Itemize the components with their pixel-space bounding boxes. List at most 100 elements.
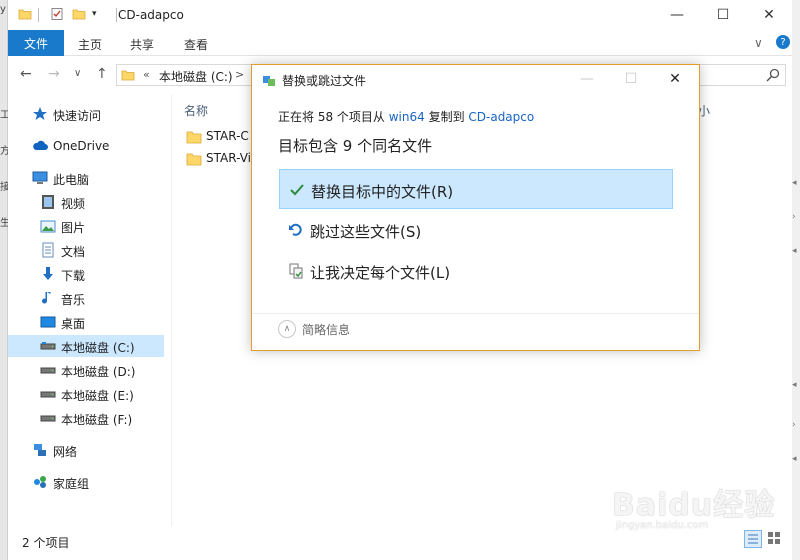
dialog-minimize-button[interactable]: — xyxy=(565,65,609,93)
minimize-button[interactable]: — xyxy=(654,0,700,30)
music-icon xyxy=(42,292,51,304)
clipped-text: y xyxy=(0,4,6,15)
tab-file[interactable]: 文件 xyxy=(8,30,64,56)
sidebar-item-label: 本地磁盘 (D:) xyxy=(61,365,136,379)
up-arrow-icon[interactable]: ↑ xyxy=(96,66,108,82)
sidebar-item-drive-c[interactable]: 本地磁盘 (C:) xyxy=(8,335,164,357)
option-label: 跳过这些文件(S) xyxy=(310,223,422,241)
breadcrumb-overflow-icon[interactable]: « xyxy=(143,68,150,81)
sidebar-item-music[interactable]: 音乐 xyxy=(8,287,164,309)
tab-share[interactable]: 共享 xyxy=(130,36,154,53)
desktop-icon xyxy=(40,316,56,328)
fewer-details-link[interactable]: 简略信息 xyxy=(302,321,350,338)
sidebar-item-onedrive[interactable]: OneDrive xyxy=(8,135,164,157)
file-row[interactable]: STAR-C xyxy=(186,126,249,148)
back-arrow-icon[interactable]: ← xyxy=(20,66,32,82)
checkmark-icon xyxy=(290,184,304,196)
properties-icon[interactable] xyxy=(50,7,64,24)
destination-folder-link[interactable]: CD-adapco xyxy=(468,110,534,124)
source-folder-link[interactable]: win64 xyxy=(389,110,425,124)
sidebar-item-label: 快速访问 xyxy=(53,109,102,123)
status-bar: 2 个项目 xyxy=(8,526,792,560)
left-window-edge: y 工 方 接 生 xyxy=(0,0,10,560)
copy-files-icon xyxy=(262,73,276,90)
sidebar-item-drive-e[interactable]: 本地磁盘 (E:) xyxy=(8,383,164,405)
new-folder-icon[interactable] xyxy=(72,7,86,24)
ribbon-tabs: 文件 主页 共享 查看 ∨ ? xyxy=(8,30,792,56)
progress-prefix: 正在将 58 个项目从 xyxy=(278,110,389,124)
watermark-logo: Baidu经验 xyxy=(612,488,776,523)
sidebar-item-videos[interactable]: 视频 xyxy=(8,191,164,213)
close-button[interactable]: ✕ xyxy=(746,0,792,30)
sidebar-item-label: 家庭组 xyxy=(53,477,90,491)
sidebar-item-label: 视频 xyxy=(61,197,86,211)
sidebar-item-label: 下载 xyxy=(61,269,86,283)
address-folder-icon xyxy=(121,68,135,85)
replace-or-skip-dialog: 替换或跳过文件 — ☐ ✕ 正在将 58 个项目从 win64 复制到 CD-a… xyxy=(251,64,700,351)
file-row[interactable]: STAR-Vi xyxy=(186,148,251,170)
file-name: STAR-C xyxy=(206,129,249,143)
sidebar-item-pictures[interactable]: 图片 xyxy=(8,215,164,237)
drive-icon xyxy=(40,391,56,398)
option-label: 让我决定每个文件(L) xyxy=(310,264,451,282)
video-icon xyxy=(42,195,54,209)
sidebar-item-homegroup[interactable]: 家庭组 xyxy=(8,471,164,493)
sidebar-item-network[interactable]: 网络 xyxy=(8,439,164,461)
skip-arrow-icon xyxy=(289,223,302,236)
copy-progress-text: 正在将 58 个项目从 win64 复制到 CD-adapco xyxy=(278,108,534,125)
sidebar-item-this-pc[interactable]: 此电脑 xyxy=(8,167,164,189)
details-view-icon[interactable] xyxy=(744,530,762,548)
dialog-maximize-button[interactable]: ☐ xyxy=(609,65,653,93)
sidebar-item-label: 网络 xyxy=(53,445,78,459)
breadcrumb-chevron-icon[interactable]: > xyxy=(235,68,244,81)
sidebar-item-label: OneDrive xyxy=(53,139,110,153)
breadcrumb[interactable]: 本地磁盘 (C:) xyxy=(159,68,233,85)
drive-icon xyxy=(40,342,56,350)
tab-home[interactable]: 主页 xyxy=(78,36,102,53)
sidebar-item-desktop[interactable]: 桌面 xyxy=(8,311,164,333)
window-title: CD-adapco xyxy=(118,8,184,22)
option-label: 替换目标中的文件(R) xyxy=(311,183,454,201)
download-icon xyxy=(43,267,53,280)
replace-files-option[interactable]: 替换目标中的文件(R) xyxy=(279,169,673,209)
large-icons-view-icon[interactable] xyxy=(766,530,784,548)
sidebar-item-label: 音乐 xyxy=(61,293,86,307)
sidebar-item-drive-f[interactable]: 本地磁盘 (F:) xyxy=(8,407,164,429)
sidebar-item-downloads[interactable]: 下载 xyxy=(8,263,164,285)
folder-icon[interactable] xyxy=(18,7,32,24)
star-icon xyxy=(33,107,47,120)
forward-arrow-icon[interactable]: → xyxy=(48,66,60,82)
progress-mid: 复制到 xyxy=(424,110,469,124)
help-icon[interactable]: ? xyxy=(776,35,790,49)
dialog-title: 替换或跳过文件 xyxy=(282,74,367,88)
computer-icon xyxy=(32,171,48,184)
sidebar-item-label: 本地磁盘 (F:) xyxy=(61,413,133,427)
maximize-button[interactable]: ☐ xyxy=(700,0,746,30)
sidebar-item-drive-d[interactable]: 本地磁盘 (D:) xyxy=(8,359,164,381)
navigation-pane: 快速访问 OneDrive 此电脑 视频 图片 文档 下载 音乐 桌面 本地磁盘… xyxy=(8,94,172,526)
chevron-up-icon[interactable]: ∧ xyxy=(278,320,296,338)
drive-icon xyxy=(40,367,56,374)
cloud-icon xyxy=(33,140,48,150)
file-name: STAR-Vi xyxy=(206,151,251,165)
decide-each-file-option[interactable]: 让我决定每个文件(L) xyxy=(279,251,673,291)
tab-view[interactable]: 查看 xyxy=(184,36,208,53)
sidebar-item-quick-access[interactable]: 快速访问 xyxy=(8,103,164,125)
dialog-close-button[interactable]: ✕ xyxy=(653,65,697,93)
ribbon-expand-icon[interactable]: ∨ xyxy=(754,36,763,50)
sidebar-item-documents[interactable]: 文档 xyxy=(8,239,164,261)
sidebar-item-label: 图片 xyxy=(61,221,86,235)
picture-icon xyxy=(40,220,56,233)
sidebar-item-label: 文档 xyxy=(61,245,86,259)
skip-files-option[interactable]: 跳过这些文件(S) xyxy=(279,210,673,250)
network-icon xyxy=(34,444,46,456)
recent-locations-icon[interactable]: ∨ xyxy=(74,68,81,79)
explorer-titlebar: ▾ CD-adapco — ☐ ✕ xyxy=(8,0,792,30)
search-icon[interactable] xyxy=(765,67,781,86)
customize-dropdown-icon[interactable]: ▾ xyxy=(92,9,97,19)
column-header-name[interactable]: 名称 xyxy=(184,102,208,119)
document-icon xyxy=(42,242,54,258)
drive-icon xyxy=(40,415,56,422)
sidebar-item-label: 此电脑 xyxy=(53,173,90,187)
folder-icon xyxy=(186,153,202,166)
